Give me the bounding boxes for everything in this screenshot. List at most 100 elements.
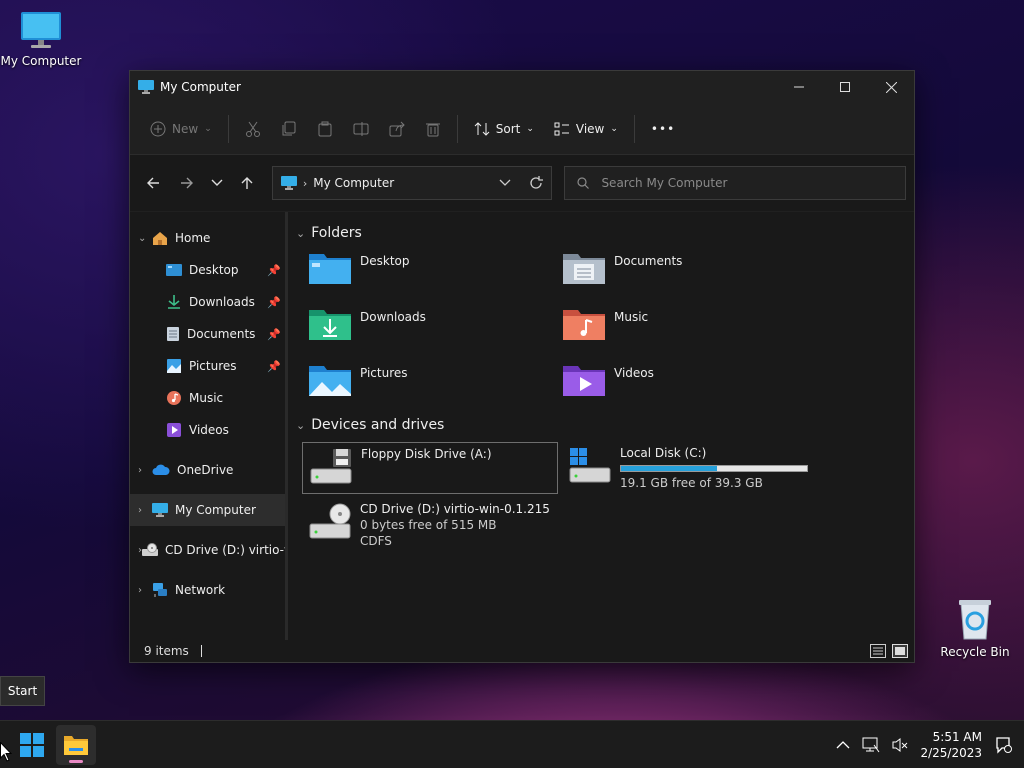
cut-button[interactable] xyxy=(235,112,271,146)
drive-floppy[interactable]: Floppy Disk Drive (A:) xyxy=(302,442,558,494)
cd-drive-icon xyxy=(142,543,158,557)
more-options-button[interactable]: ••• xyxy=(641,112,685,146)
chevron-right-icon: › xyxy=(302,176,308,190)
drive-local-c[interactable]: Local Disk (C:) 19.1 GB free of 39.3 GB xyxy=(562,442,818,494)
pin-icon[interactable]: 📌 xyxy=(267,328,281,341)
chevron-down-icon xyxy=(211,179,223,186)
folder-label: Pictures xyxy=(360,366,408,380)
chevron-down-icon[interactable]: ⌄ xyxy=(296,419,305,432)
chevron-down-icon[interactable] xyxy=(499,179,511,187)
view-label: View xyxy=(575,121,605,136)
forward-button[interactable] xyxy=(172,168,202,198)
search-placeholder: Search My Computer xyxy=(601,176,728,190)
plus-circle-icon xyxy=(150,121,166,136)
view-button[interactable]: View ⌄ xyxy=(544,112,628,146)
sidebar-item-documents[interactable]: Documents 📌 xyxy=(130,318,285,350)
devices-group-header[interactable]: ⌄ Devices and drives xyxy=(296,412,906,438)
sidebar-item-music[interactable]: Music xyxy=(130,382,285,414)
minimize-button[interactable] xyxy=(776,72,822,102)
folder-label: Downloads xyxy=(360,310,426,324)
details-view-icon[interactable] xyxy=(870,644,886,658)
running-indicator xyxy=(69,759,83,763)
title-bar[interactable]: My Computer xyxy=(130,71,914,103)
sidebar-item-cd-drive[interactable]: › CD Drive (D:) virtio-win-0.1.215 xyxy=(130,534,285,566)
search-box[interactable]: Search My Computer xyxy=(564,166,906,200)
file-explorer-taskbar-button[interactable] xyxy=(56,724,96,765)
folder-label: Music xyxy=(614,310,649,324)
drive-filesystem: CDFS xyxy=(360,534,392,548)
sidebar-item-videos[interactable]: Videos xyxy=(130,414,285,446)
up-button[interactable] xyxy=(232,168,262,198)
refresh-icon[interactable] xyxy=(529,176,544,190)
tiles-view-icon[interactable] xyxy=(892,644,908,658)
desktop-recycle-bin-label: Recycle Bin xyxy=(940,645,1010,659)
chevron-right-icon[interactable]: › xyxy=(138,585,152,596)
desktop-folder-icon xyxy=(309,254,351,284)
chevron-down-icon[interactable]: ⌄ xyxy=(138,233,152,244)
close-button[interactable] xyxy=(868,72,914,102)
chevron-up-icon[interactable] xyxy=(836,740,850,750)
folder-downloads[interactable]: Downloads xyxy=(308,306,562,352)
folder-music[interactable]: Music xyxy=(562,306,816,352)
content-pane: ⌄ Folders Desktop Documents Downloads Mu… xyxy=(288,212,914,640)
copy-button[interactable] xyxy=(271,112,307,146)
item-count: 9 items xyxy=(144,644,189,658)
chevron-down-icon[interactable]: ⌄ xyxy=(296,227,305,240)
drive-cd-d[interactable]: CD Drive (D:) virtio-win-0.1.215 0 bytes… xyxy=(302,498,558,558)
rename-button[interactable] xyxy=(343,112,379,146)
status-separator xyxy=(200,645,202,657)
share-button[interactable] xyxy=(379,112,415,146)
folder-documents[interactable]: Documents xyxy=(562,250,816,296)
folder-videos[interactable]: Videos xyxy=(562,362,816,408)
sidebar-item-network[interactable]: › Network xyxy=(130,574,285,606)
folder-pictures[interactable]: Pictures xyxy=(308,362,562,408)
address-bar[interactable]: › My Computer xyxy=(271,166,553,200)
sidebar-item-downloads[interactable]: Downloads 📌 xyxy=(130,286,285,318)
folders-group-header[interactable]: ⌄ Folders xyxy=(296,220,906,246)
recent-locations-button[interactable] xyxy=(202,168,232,198)
group-title: Folders xyxy=(311,225,362,241)
sort-button[interactable]: Sort ⌄ xyxy=(464,112,544,146)
disk-usage-bar xyxy=(620,465,808,472)
video-icon xyxy=(166,422,182,438)
mouse-pointer-icon xyxy=(0,742,12,762)
start-button[interactable] xyxy=(12,725,52,765)
pin-icon[interactable]: 📌 xyxy=(267,360,281,373)
rename-icon xyxy=(353,121,369,136)
volume-muted-icon[interactable] xyxy=(892,737,908,753)
hard-drive-icon xyxy=(569,448,611,483)
sidebar-item-onedrive[interactable]: › OneDrive xyxy=(130,454,285,486)
music-folder-icon xyxy=(563,310,605,340)
new-button[interactable]: New ⌄ xyxy=(140,112,222,146)
chevron-right-icon[interactable]: › xyxy=(138,465,152,476)
back-button[interactable] xyxy=(138,168,168,198)
sidebar-item-label: Pictures xyxy=(189,359,237,373)
pin-icon[interactable]: 📌 xyxy=(267,296,281,309)
maximize-button[interactable] xyxy=(822,72,868,102)
taskbar: 5:51 AM 2/25/2023 xyxy=(0,720,1024,768)
chevron-right-icon[interactable]: › xyxy=(138,505,152,516)
desktop-recycle-bin[interactable]: Recycle Bin xyxy=(934,597,1016,659)
pin-icon[interactable]: 📌 xyxy=(267,264,281,277)
sidebar-item-my-computer[interactable]: › My Computer xyxy=(130,494,285,526)
sidebar-item-label: My Computer xyxy=(175,503,256,517)
folder-desktop[interactable]: Desktop xyxy=(308,250,562,296)
arrow-right-icon xyxy=(180,177,193,189)
delete-button[interactable] xyxy=(415,112,451,146)
disk-usage-fill xyxy=(621,466,717,471)
start-tooltip: Start xyxy=(0,676,45,706)
clock[interactable]: 5:51 AM 2/25/2023 xyxy=(920,729,982,761)
copy-icon xyxy=(282,121,296,135)
chevron-down-icon: ⌄ xyxy=(610,123,618,134)
notification-icon[interactable] xyxy=(994,736,1012,754)
desktop-my-computer[interactable]: My Computer xyxy=(0,10,82,68)
share-icon xyxy=(389,121,405,136)
sidebar-item-desktop[interactable]: Desktop 📌 xyxy=(130,254,285,286)
recycle-bin-icon xyxy=(959,600,991,640)
network-status-icon[interactable] xyxy=(862,737,880,753)
sidebar-item-pictures[interactable]: Pictures 📌 xyxy=(130,350,285,382)
monitor-icon xyxy=(138,80,154,94)
paste-button[interactable] xyxy=(307,112,343,146)
sidebar-item-home[interactable]: ⌄ Home xyxy=(130,222,285,254)
folder-label: Desktop xyxy=(360,254,410,268)
